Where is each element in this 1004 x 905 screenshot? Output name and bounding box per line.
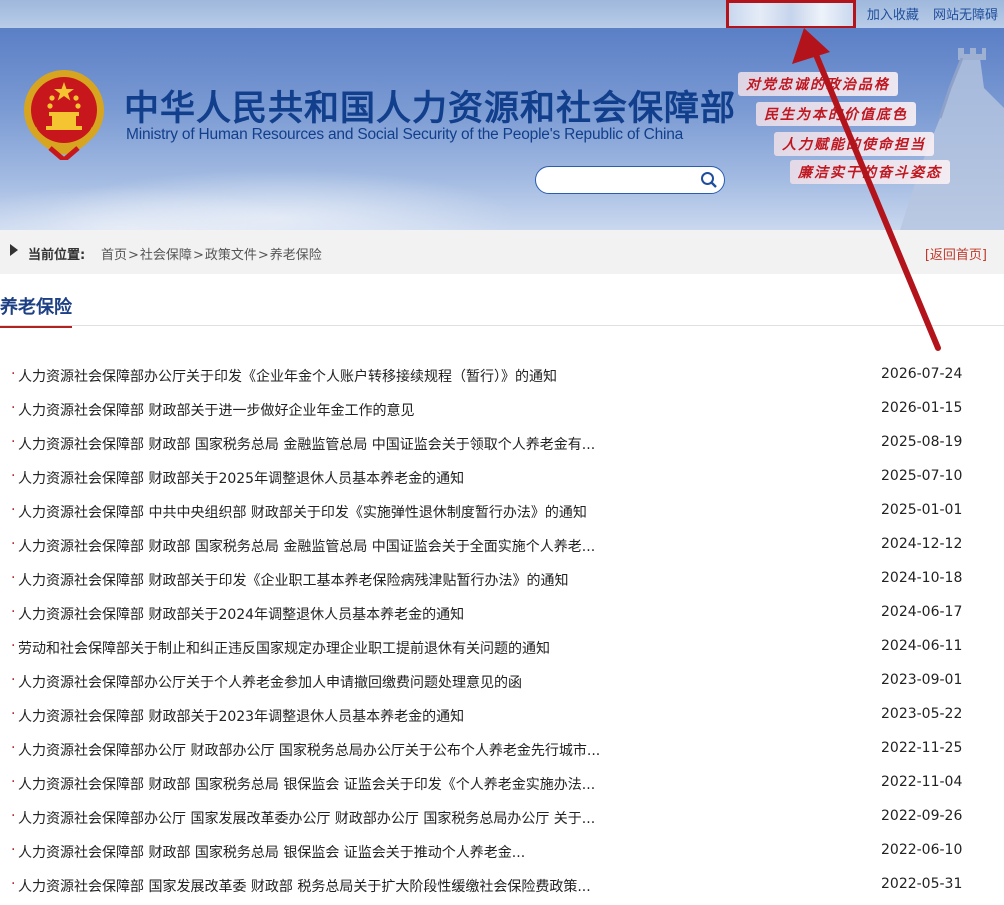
- article-title-link[interactable]: 人力资源社会保障部办公厅 国家发展改革委办公厅 财政部办公厅 国家税务总局办公厅…: [18, 808, 595, 828]
- list-item: · 人力资源社会保障部 财政部关于2024年调整退休人员基本养老金的通知 2024-…: [0, 596, 1004, 630]
- article-date: 2024-12-12: [881, 536, 963, 552]
- breadcrumb-label: 当前位置:: [28, 248, 86, 263]
- article-date: 2022-09-26: [881, 808, 963, 824]
- bullet-icon: ·: [11, 706, 16, 722]
- article-title-link[interactable]: 人力资源社会保障部 财政部 国家税务总局 金融监管总局 中国证监会关于领取个人养…: [18, 434, 595, 454]
- article-title-link[interactable]: 人力资源社会保障部 财政部 国家税务总局 银保监会 证监会关于推动个人养老金..…: [18, 842, 525, 862]
- search-box: [535, 166, 725, 194]
- bullet-icon: ·: [11, 672, 16, 688]
- list-item: · 人力资源社会保障部 财政部 国家税务总局 金融监管总局 中国证监会关于领取个人…: [0, 426, 1004, 460]
- bullet-icon: ·: [11, 570, 16, 586]
- breadcrumb: 当前位置: 首页>社会保障>政策文件>养老保险 [返回首页]: [0, 230, 1004, 274]
- list-item: · 人力资源社会保障部 财政部关于2025年调整退休人员基本养老金的通知 2025-…: [0, 460, 1004, 494]
- list-item: · 人力资源社会保障部 中共中央组织部 财政部关于印发《实施弹性退休制度暂行办法》…: [0, 494, 1004, 528]
- article-title-link[interactable]: 人力资源社会保障部 财政部关于2025年调整退休人员基本养老金的通知: [18, 468, 464, 488]
- back-home-link[interactable]: [返回首页]: [925, 244, 987, 263]
- breadcrumb-separator: >: [128, 248, 139, 263]
- slogan-4: 廉洁实干的奋斗姿态: [790, 160, 950, 184]
- article-date: 2023-09-01: [881, 672, 963, 688]
- article-title-link[interactable]: 劳动和社会保障部关于制止和纠正违反国家规定办理企业职工提前退休有关问题的通知: [18, 638, 550, 658]
- list-item: · 人力资源社会保障部办公厅 财政部办公厅 国家税务总局办公厅关于公布个人养老金先…: [0, 732, 1004, 766]
- article-title-link[interactable]: 人力资源社会保障部办公厅关于印发《企业年金个人账户转移接续规程（暂行）》的通知: [18, 366, 557, 386]
- article-date: 2025-08-19: [881, 434, 963, 450]
- breadcrumb-separator: >: [257, 248, 269, 263]
- bullet-icon: ·: [11, 604, 16, 620]
- article-title-link[interactable]: 人力资源社会保障部 财政部关于2023年调整退休人员基本养老金的通知: [18, 706, 464, 726]
- article-date: 2022-05-31: [881, 876, 963, 892]
- list-item: · 人力资源社会保障部办公厅关于印发《企业年金个人账户转移接续规程（暂行）》的通知…: [0, 358, 1004, 392]
- slogan-1: 对党忠诚的政治品格: [738, 72, 898, 96]
- breadcrumb-social-security[interactable]: 社会保障: [140, 248, 192, 263]
- bullet-icon: ·: [11, 876, 16, 892]
- article-date: 2022-11-25: [881, 740, 963, 756]
- bullet-icon: ·: [11, 842, 16, 858]
- list-item: · 人力资源社会保障部 财政部 国家税务总局 金融监管总局 中国证监会关于全面实施…: [0, 528, 1004, 562]
- article-date: 2022-11-04: [881, 774, 963, 790]
- bullet-icon: ·: [11, 400, 16, 416]
- slogan-3: 人力赋能的使命担当: [774, 132, 934, 156]
- list-item: · 人力资源社会保障部办公厅 国家发展改革委办公厅 财政部办公厅 国家税务总局办公…: [0, 800, 1004, 834]
- section-title: 养老保险: [0, 293, 72, 328]
- article-date: 2025-07-10: [881, 468, 963, 484]
- article-date: 2024-06-17: [881, 604, 963, 620]
- list-item: · 劳动和社会保障部关于制止和纠正违反国家规定办理企业职工提前退休有关问题的通知 2…: [0, 630, 1004, 664]
- list-item: · 人力资源社会保障部 国家发展改革委 财政部 税务总局关于扩大阶段性缓缴社会保险…: [0, 868, 1004, 902]
- search-icon[interactable]: [700, 171, 718, 189]
- article-title-link[interactable]: 人力资源社会保障部 中共中央组织部 财政部关于印发《实施弹性退休制度暂行办法》的…: [18, 502, 587, 522]
- bullet-icon: ·: [11, 536, 16, 552]
- divider: [0, 325, 1004, 326]
- list-item: · 人力资源社会保障部 财政部 国家税务总局 银保监会 证监会关于推动个人养老金.…: [0, 834, 1004, 868]
- highlighted-blurred-region: [726, 0, 856, 29]
- article-date: 2024-10-18: [881, 570, 963, 586]
- bullet-icon: ·: [11, 502, 16, 518]
- bullet-icon: ·: [11, 434, 16, 450]
- header-banner: 中华人民共和国人力资源和社会保障部 Ministry of Human Reso…: [0, 28, 1004, 230]
- national-emblem-icon[interactable]: [22, 68, 106, 160]
- article-date: 2024-06-11: [881, 638, 963, 654]
- article-date: 2026-07-24: [881, 366, 963, 382]
- breadcrumb-policy-docs[interactable]: 政策文件: [205, 248, 257, 263]
- breadcrumb-pension[interactable]: 养老保险: [270, 248, 322, 263]
- article-title-link[interactable]: 人力资源社会保障部办公厅关于个人养老金参加人申请撤回缴费问题处理意见的函: [18, 672, 522, 692]
- site-subtitle: Ministry of Human Resources and Social S…: [126, 126, 684, 143]
- add-bookmark-link[interactable]: 加入收藏: [867, 8, 919, 23]
- article-title-link[interactable]: 人力资源社会保障部 财政部关于进一步做好企业年金工作的意见: [18, 400, 414, 420]
- top-bar: 加入收藏 网站无障碍: [0, 0, 1004, 29]
- bullet-icon: ·: [11, 740, 16, 756]
- article-title-link[interactable]: 人力资源社会保障部 财政部关于2024年调整退休人员基本养老金的通知: [18, 604, 464, 624]
- list-item: · 人力资源社会保障部 财政部 国家税务总局 银保监会 证监会关于印发《个人养老金…: [0, 766, 1004, 800]
- article-date: 2022-06-10: [881, 842, 963, 858]
- breadcrumb-path: 首页>社会保障>政策文件>养老保险: [101, 244, 322, 263]
- triangle-right-icon: [10, 244, 18, 256]
- article-title-link[interactable]: 人力资源社会保障部办公厅 财政部办公厅 国家税务总局办公厅关于公布个人养老金先行…: [18, 740, 600, 760]
- bullet-icon: ·: [11, 468, 16, 484]
- article-title-link[interactable]: 人力资源社会保障部 财政部 国家税务总局 金融监管总局 中国证监会关于全面实施个…: [18, 536, 595, 556]
- article-title-link[interactable]: 人力资源社会保障部 财政部关于印发《企业职工基本养老保险病残津贴暂行办法》的通知: [18, 570, 568, 590]
- list-item: · 人力资源社会保障部 财政部关于2023年调整退休人员基本养老金的通知 2023-…: [0, 698, 1004, 732]
- article-date: 2023-05-22: [881, 706, 963, 722]
- article-date: 2025-01-01: [881, 502, 963, 518]
- list-item: · 人力资源社会保障部 财政部关于进一步做好企业年金工作的意见 2026-01-15: [0, 392, 1004, 426]
- bullet-icon: ·: [11, 366, 16, 382]
- article-title-link[interactable]: 人力资源社会保障部 国家发展改革委 财政部 税务总局关于扩大阶段性缓缴社会保险费…: [18, 876, 591, 896]
- breadcrumb-separator: >: [192, 248, 204, 263]
- search-input[interactable]: [548, 170, 702, 192]
- list-item: · 人力资源社会保障部 财政部关于印发《企业职工基本养老保险病残津贴暂行办法》的通…: [0, 562, 1004, 596]
- breadcrumb-home[interactable]: 首页: [101, 248, 127, 263]
- bullet-icon: ·: [11, 638, 16, 654]
- top-links: 加入收藏 网站无障碍: [857, 4, 998, 23]
- site-title: 中华人民共和国人力资源和社会保障部: [124, 89, 737, 129]
- article-title-link[interactable]: 人力资源社会保障部 财政部 国家税务总局 银保监会 证监会关于印发《个人养老金实…: [18, 774, 595, 794]
- article-date: 2026-01-15: [881, 400, 963, 416]
- bullet-icon: ·: [11, 808, 16, 824]
- bullet-icon: ·: [11, 774, 16, 790]
- accessibility-link[interactable]: 网站无障碍: [933, 8, 998, 23]
- list-item: · 人力资源社会保障部办公厅关于个人养老金参加人申请撤回缴费问题处理意见的函 202…: [0, 664, 1004, 698]
- article-list: · 人力资源社会保障部办公厅关于印发《企业年金个人账户转移接续规程（暂行）》的通知…: [0, 358, 1004, 902]
- slogan-2: 民生为本的价值底色: [756, 102, 916, 126]
